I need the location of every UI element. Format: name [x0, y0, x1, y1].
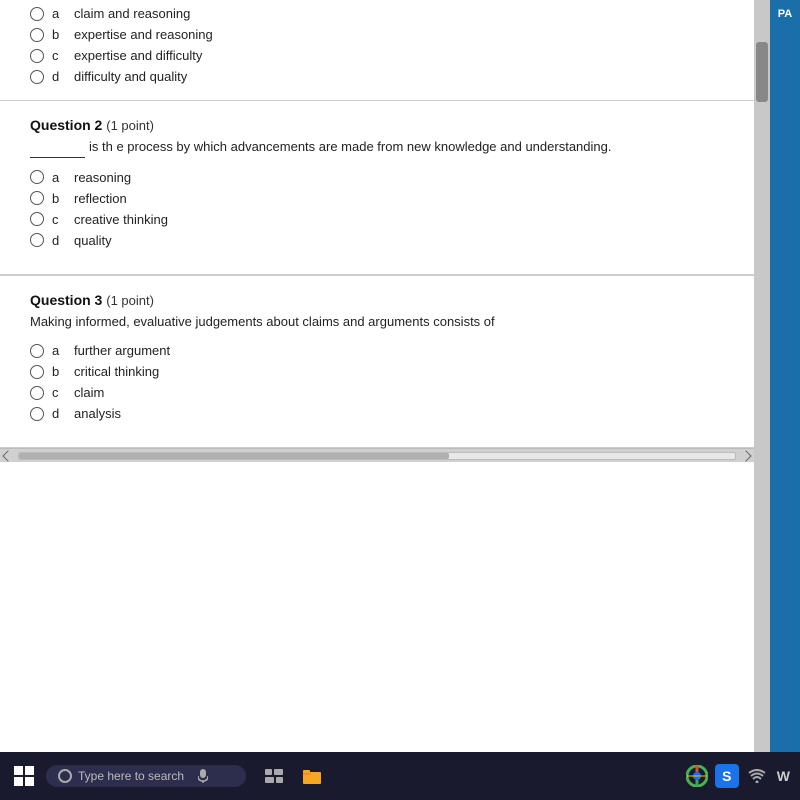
- q3-radio-b[interactable]: [30, 365, 44, 379]
- quiz-area: a claim and reasoning b expertise and re…: [0, 0, 754, 752]
- q3-text: Making informed, evaluative judgements a…: [30, 312, 724, 332]
- task-view-button[interactable]: [260, 762, 288, 790]
- network-icon: [748, 769, 766, 783]
- q1-radio-c[interactable]: [30, 49, 44, 63]
- mic-button[interactable]: [198, 769, 208, 783]
- q1-text-b: expertise and reasoning: [74, 27, 213, 42]
- q1-radio-d[interactable]: [30, 70, 44, 84]
- task-view-icon: [265, 769, 283, 783]
- q2-letter-a: a: [52, 170, 62, 185]
- q1-letter-c: c: [52, 48, 62, 63]
- q3-letter-c: c: [52, 385, 62, 400]
- vertical-scrollbar-thumb[interactable]: [756, 42, 768, 102]
- q2-letter-d: d: [52, 233, 62, 248]
- mic-icon: [198, 769, 208, 783]
- q2-radio-d[interactable]: [30, 233, 44, 247]
- q1-option-a[interactable]: a claim and reasoning: [30, 6, 724, 21]
- q3-option-b[interactable]: b critical thinking: [30, 364, 724, 379]
- taskbar-search-bar[interactable]: Type here to search: [46, 765, 246, 787]
- taskbar: Type here to search: [0, 752, 800, 800]
- vertical-scrollbar[interactable]: [754, 0, 770, 752]
- question-3-block: Question 3 (1 point) Making informed, ev…: [0, 276, 754, 449]
- file-explorer-icon: [303, 768, 321, 784]
- q3-radio-d[interactable]: [30, 407, 44, 421]
- q2-radio-c[interactable]: [30, 212, 44, 226]
- q3-radio-c[interactable]: [30, 386, 44, 400]
- q2-option-b[interactable]: b reflection: [30, 191, 724, 206]
- q2-header: Question 2 (1 point): [30, 117, 724, 133]
- q1-options-list: a claim and reasoning b expertise and re…: [30, 6, 724, 84]
- q1-text-c: expertise and difficulty: [74, 48, 202, 63]
- search-circle-icon: [58, 769, 72, 783]
- scroll-right-arrow[interactable]: [740, 450, 751, 461]
- q2-text-a: reasoning: [74, 170, 131, 185]
- q2-question-body: is th e process by which advancements ar…: [89, 139, 611, 154]
- q3-radio-a[interactable]: [30, 344, 44, 358]
- q1-text-a: claim and reasoning: [74, 6, 190, 21]
- w-label: W: [775, 768, 792, 784]
- q2-letter-b: b: [52, 191, 62, 206]
- q2-option-c[interactable]: c creative thinking: [30, 212, 724, 227]
- q1-letter-b: b: [52, 27, 62, 42]
- horizontal-scrollbar[interactable]: [0, 448, 754, 462]
- q1-option-c[interactable]: c expertise and difficulty: [30, 48, 724, 63]
- scroll-left-arrow[interactable]: [2, 450, 13, 461]
- s-badge-icon[interactable]: S: [715, 764, 739, 788]
- q2-option-a[interactable]: a reasoning: [30, 170, 724, 185]
- q1-letter-d: d: [52, 69, 62, 84]
- q1-text-d: difficulty and quality: [74, 69, 187, 84]
- q3-header: Question 3 (1 point): [30, 292, 724, 308]
- q3-text-c: claim: [74, 385, 104, 400]
- horizontal-scrollbar-thumb[interactable]: [19, 453, 449, 459]
- q2-options-list: a reasoning b reflection c creative thin…: [30, 170, 724, 248]
- q2-radio-a[interactable]: [30, 170, 44, 184]
- q3-letter-b: b: [52, 364, 62, 379]
- question-2-block: Question 2 (1 point) is th e process by …: [0, 101, 754, 275]
- q2-text-b: reflection: [74, 191, 127, 206]
- q3-letter-a: a: [52, 343, 62, 358]
- q2-letter-c: c: [52, 212, 62, 227]
- q3-option-c[interactable]: c claim: [30, 385, 724, 400]
- q3-options-list: a further argument b critical thinking c…: [30, 343, 724, 421]
- q3-text-d: analysis: [74, 406, 121, 421]
- chrome-icon-button[interactable]: [683, 762, 711, 790]
- q2-radio-b[interactable]: [30, 191, 44, 205]
- taskbar-search-text: Type here to search: [78, 769, 184, 783]
- taskbar-icons-group: [260, 762, 326, 790]
- chrome-icon: [686, 765, 708, 787]
- taskbar-tray: S W: [683, 762, 792, 790]
- q2-option-d[interactable]: d quality: [30, 233, 724, 248]
- q3-text-a: further argument: [74, 343, 170, 358]
- main-content: a claim and reasoning b expertise and re…: [0, 0, 800, 752]
- q3-option-d[interactable]: d analysis: [30, 406, 724, 421]
- q3-text-b: critical thinking: [74, 364, 159, 379]
- q2-blank: [30, 137, 85, 158]
- q1-option-b[interactable]: b expertise and reasoning: [30, 27, 724, 42]
- q1-letter-a: a: [52, 6, 62, 21]
- q1-truncated-top: a claim and reasoning b expertise and re…: [0, 0, 754, 100]
- pa-label: PA: [770, 0, 800, 752]
- q3-letter-d: d: [52, 406, 62, 421]
- q1-option-d[interactable]: d difficulty and quality: [30, 69, 724, 84]
- q1-radio-b[interactable]: [30, 28, 44, 42]
- start-button[interactable]: [8, 760, 40, 792]
- windows-icon: [14, 766, 34, 786]
- q2-text-d: quality: [74, 233, 112, 248]
- horizontal-scrollbar-track[interactable]: [18, 452, 736, 460]
- q2-text-c: creative thinking: [74, 212, 168, 227]
- q1-radio-a[interactable]: [30, 7, 44, 21]
- file-explorer-button[interactable]: [298, 762, 326, 790]
- network-icon-button[interactable]: [743, 762, 771, 790]
- q2-text: is th e process by which advancements ar…: [30, 137, 724, 158]
- q3-option-a[interactable]: a further argument: [30, 343, 724, 358]
